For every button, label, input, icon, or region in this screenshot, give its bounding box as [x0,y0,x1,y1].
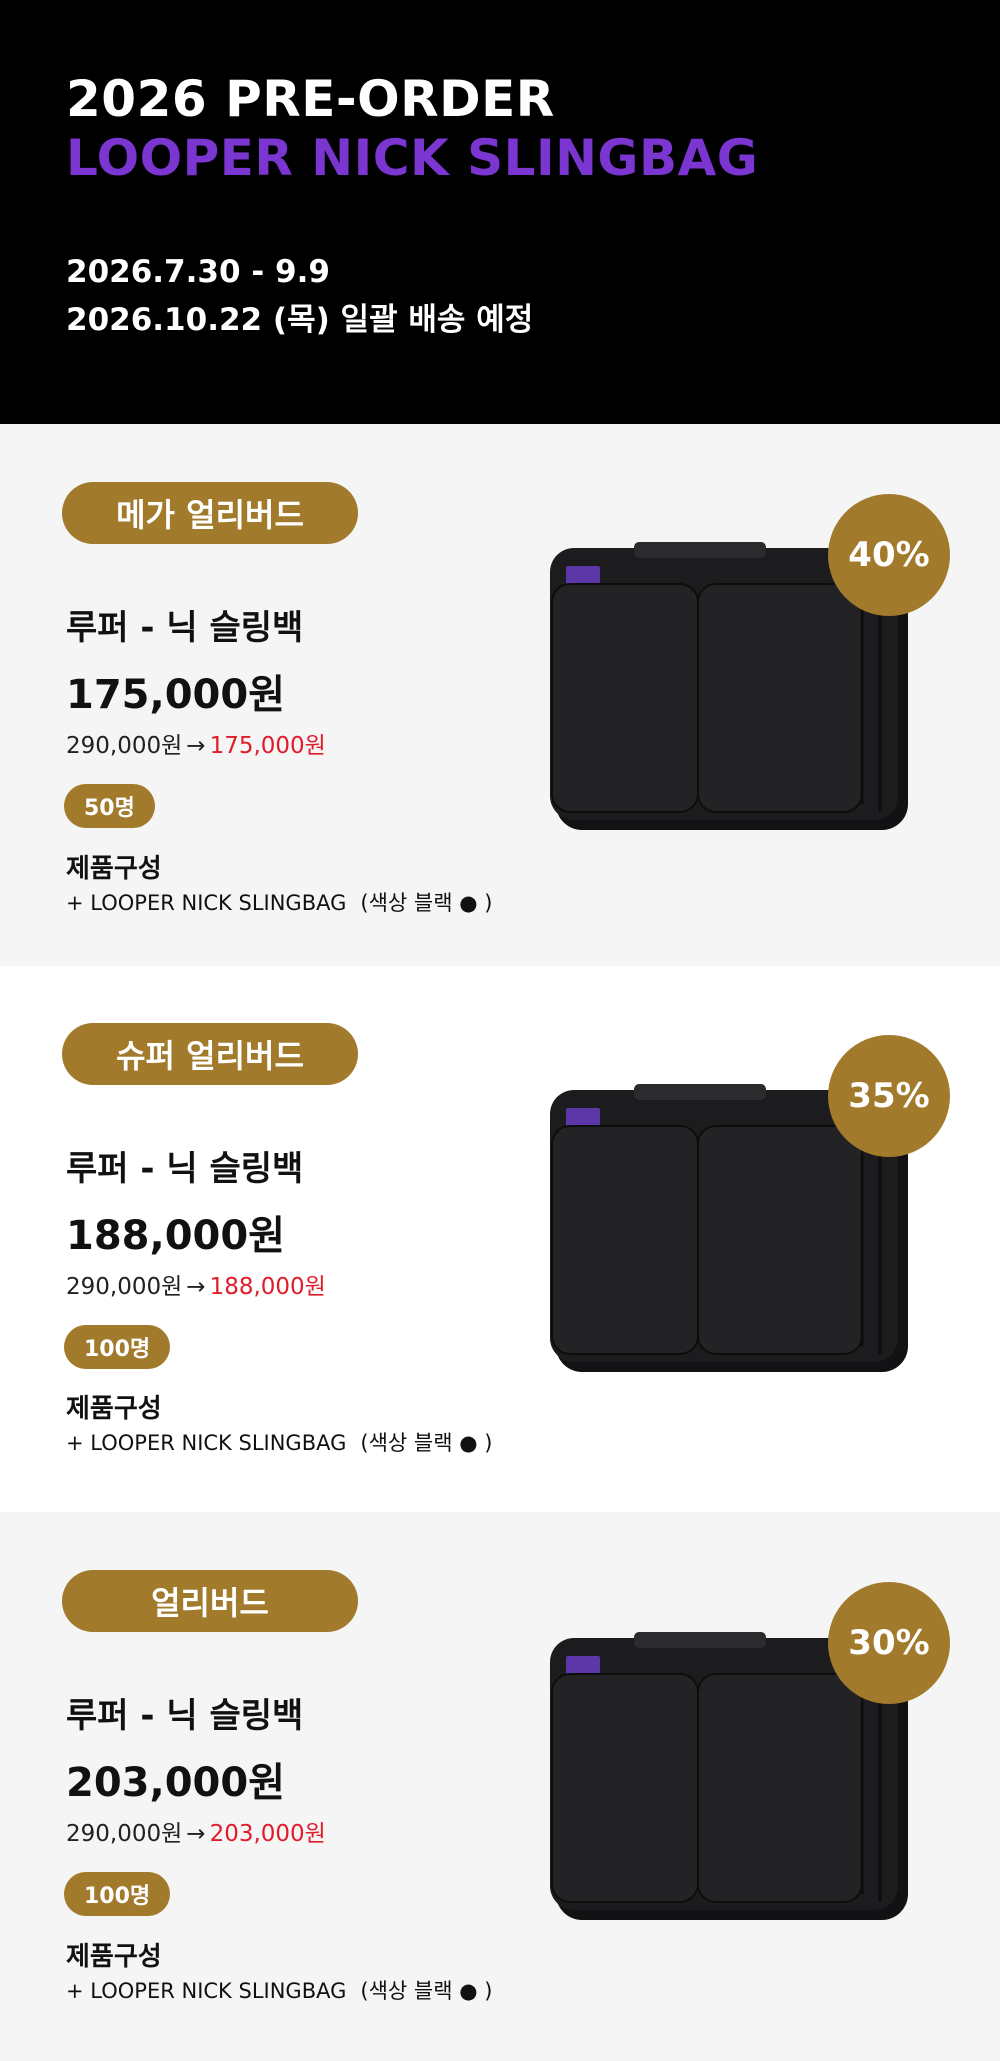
sale-price: 188,000원 [66,1213,285,1259]
price-comparison: 290,000원 → 188,000원 [66,1267,326,1301]
sale-price: 175,000원 [66,672,285,718]
hero-banner: 2026 PRE-ORDER LOOPER NICK SLINGBAG 2026… [0,0,1000,424]
product-name: 루퍼 - 닉 슬링백 [66,1696,304,1736]
tier-badge: 슈퍼 얼리버드 [62,1023,358,1085]
arrow-icon: → [186,1821,206,1847]
composition-item: + LOOPER NICK SLINGBAG [66,891,347,915]
quantity-badge: 50명 [64,784,155,828]
tier-badge: 메가 얼리버드 [62,482,358,544]
composition-detail: + LOOPER NICK SLINGBAG (색상 블랙 ● ) [66,1975,492,2005]
composition-color: (색상 블랙 ● ) [360,1431,493,1455]
composition-title: 제품구성 [66,1394,162,1424]
composition-item: + LOOPER NICK SLINGBAG [66,1979,347,2003]
final-price: 175,000원 [209,733,326,759]
final-price: 188,000원 [209,1274,326,1300]
tier-mega-earlybird: 메가 얼리버드 40% 루퍼 - 닉 슬링백 175,000원 290,000원… [0,424,1000,966]
arrow-icon: → [186,1274,206,1300]
tier-badge: 얼리버드 [62,1570,358,1632]
product-name: 루퍼 - 닉 슬링백 [66,1149,304,1189]
product-name: 루퍼 - 닉 슬링백 [66,608,304,648]
composition-detail: + LOOPER NICK SLINGBAG (색상 블랙 ● ) [66,887,492,917]
composition-detail: + LOOPER NICK SLINGBAG (색상 블랙 ● ) [66,1427,492,1457]
tier-earlybird: 얼리버드 30% 루퍼 - 닉 슬링백 203,000원 290,000원 → 20… [0,1512,1000,2061]
original-price: 290,000원 [66,1821,183,1847]
composition-title: 제품구성 [66,854,162,884]
discount-badge: 35% [828,1035,950,1157]
composition-color: (색상 블랙 ● ) [360,891,493,915]
original-price: 290,000원 [66,733,183,759]
composition-title: 제품구성 [66,1942,162,1972]
composition-item: + LOOPER NICK SLINGBAG [66,1431,347,1455]
final-price: 203,000원 [209,1821,326,1847]
price-comparison: 290,000원 → 175,000원 [66,726,326,760]
sale-price: 203,000원 [66,1760,285,1806]
hero-subtitle: LOOPER NICK SLINGBAG [66,129,759,187]
hero-dates: 2026.7.30 - 9.9 2026.10.22 (목) 일괄 배송 예정 [66,248,1000,344]
quantity-badge: 100명 [64,1872,171,1916]
tier-super-earlybird: 슈퍼 얼리버드 35% 루퍼 - 닉 슬링백 188,000원 290,000원… [0,966,1000,1512]
preorder-period: 2026.7.30 - 9.9 [66,254,330,290]
price-comparison: 290,000원 → 203,000원 [66,1814,326,1848]
arrow-icon: → [186,733,206,759]
composition-color: (색상 블랙 ● ) [360,1979,493,2003]
discount-badge: 40% [828,494,950,616]
shipping-date: 2026.10.22 (목) 일괄 배송 예정 [66,302,534,338]
quantity-badge: 100명 [64,1325,171,1369]
discount-badge: 30% [828,1582,950,1704]
original-price: 290,000원 [66,1274,183,1300]
hero-title: 2026 PRE-ORDER [66,70,555,128]
